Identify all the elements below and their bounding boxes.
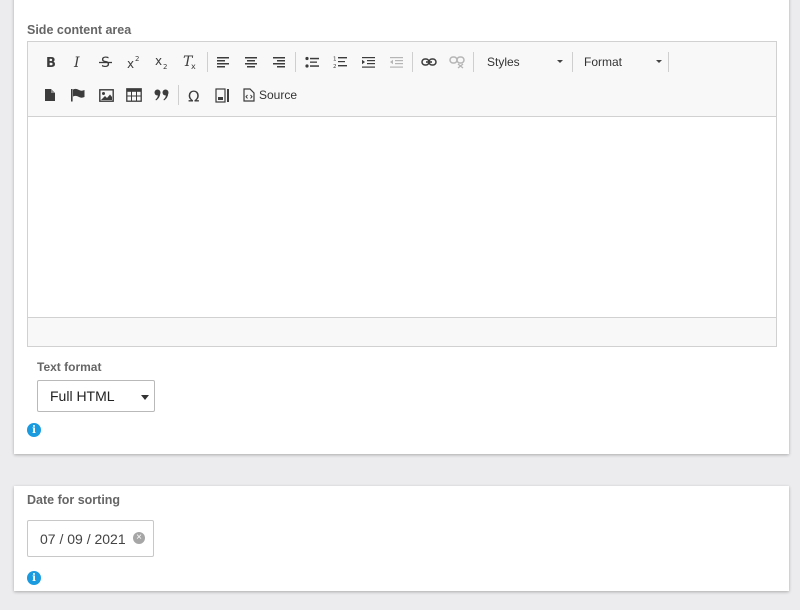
italic-icon: I	[71, 55, 85, 69]
editor-content-area[interactable]	[28, 117, 776, 317]
unlink-icon	[449, 55, 465, 69]
templates-button[interactable]	[38, 83, 62, 107]
subscript-button[interactable]: x2	[150, 50, 174, 74]
toolbar-separator	[295, 52, 296, 72]
bulleted-list-icon	[304, 56, 320, 69]
toolbar-separator	[668, 52, 669, 72]
text-format-selected-value: Full HTML	[50, 388, 115, 404]
toolbar-separator	[473, 52, 474, 72]
table-button[interactable]	[122, 83, 146, 107]
link-icon	[421, 57, 437, 67]
chevron-down-icon	[141, 395, 149, 400]
anchor-button[interactable]	[66, 83, 90, 107]
blockquote-icon	[154, 89, 170, 101]
align-center-icon	[244, 56, 258, 68]
align-left-button[interactable]	[211, 50, 235, 74]
superscript-button[interactable]: x2	[122, 50, 146, 74]
image-button[interactable]	[94, 83, 118, 107]
strikethrough-button[interactable]: S	[94, 50, 118, 74]
editor-status-bar	[28, 317, 776, 346]
link-button[interactable]	[417, 50, 441, 74]
date-sorting-card: Date for sorting 07 / 09 / 2021 × i	[14, 486, 789, 591]
chevron-down-icon	[656, 60, 662, 63]
toolbar-separator	[178, 85, 179, 105]
source-icon	[243, 88, 255, 102]
format-dropdown[interactable]: Format	[584, 50, 662, 74]
svg-text:1: 1	[333, 57, 337, 63]
source-button-label: Source	[259, 88, 298, 102]
svg-text:B: B	[46, 56, 56, 69]
side-content-card: Side content area B I S x2	[14, 0, 789, 454]
subscript-icon: x2	[154, 55, 170, 70]
svg-text:2: 2	[163, 63, 167, 70]
table-icon	[126, 88, 142, 102]
format-dropdown-label: Format	[584, 55, 623, 69]
align-right-icon	[272, 56, 286, 68]
date-for-sorting-label: Date for sorting	[27, 493, 121, 507]
special-character-icon: Ω	[187, 88, 203, 103]
numbered-list-icon: 12	[333, 55, 348, 69]
toolbar-separator	[207, 52, 208, 72]
italic-button[interactable]: I	[66, 50, 90, 74]
blockquote-button[interactable]	[150, 83, 174, 107]
bold-icon: B	[43, 55, 57, 69]
svg-text:2: 2	[135, 55, 139, 63]
anchor-flag-icon	[70, 88, 86, 102]
svg-text:2: 2	[333, 64, 337, 69]
toolbar-separator	[412, 52, 413, 72]
chevron-down-icon	[557, 60, 563, 63]
show-blocks-button[interactable]	[211, 83, 235, 107]
strikethrough-icon: S	[99, 55, 113, 69]
text-format-select[interactable]: Full HTML	[37, 380, 155, 412]
clear-date-icon[interactable]: ×	[133, 532, 145, 544]
decrease-indent-icon	[389, 56, 404, 69]
numbered-list-button[interactable]: 12	[328, 50, 352, 74]
styles-dropdown-label: Styles	[487, 55, 520, 69]
increase-indent-button[interactable]	[356, 50, 380, 74]
text-format-label: Text format	[37, 360, 102, 374]
align-left-icon	[216, 56, 230, 68]
remove-format-button[interactable]: Tx	[178, 50, 202, 74]
bold-button[interactable]: B	[38, 50, 62, 74]
date-input-value: 07 / 09 / 2021	[40, 531, 126, 547]
source-button[interactable]: Source	[240, 83, 304, 107]
superscript-icon: x2	[126, 55, 142, 69]
svg-text:I: I	[73, 55, 80, 69]
toolbar-separator	[572, 52, 573, 72]
template-icon	[44, 88, 56, 102]
decrease-indent-button[interactable]	[384, 50, 408, 74]
bulleted-list-button[interactable]	[300, 50, 324, 74]
remove-format-icon: Tx	[182, 54, 198, 70]
info-icon[interactable]: i	[27, 423, 41, 437]
special-character-button[interactable]: Ω	[183, 83, 207, 107]
rich-text-editor: B I S x2 x2	[27, 41, 777, 347]
side-content-label: Side content area	[27, 23, 132, 37]
image-icon	[98, 88, 114, 102]
svg-text:Ω: Ω	[188, 88, 199, 103]
show-blocks-icon	[215, 87, 231, 103]
editor-toolbar: B I S x2 x2	[28, 42, 776, 117]
svg-text:x: x	[127, 57, 134, 69]
info-icon[interactable]: i	[27, 571, 41, 585]
unlink-button[interactable]	[445, 50, 469, 74]
align-right-button[interactable]	[267, 50, 291, 74]
increase-indent-icon	[361, 56, 376, 69]
date-input[interactable]: 07 / 09 / 2021 ×	[27, 520, 154, 557]
align-center-button[interactable]	[239, 50, 263, 74]
styles-dropdown[interactable]: Styles	[487, 50, 563, 74]
svg-text:x: x	[155, 55, 162, 68]
svg-text:x: x	[191, 62, 196, 70]
